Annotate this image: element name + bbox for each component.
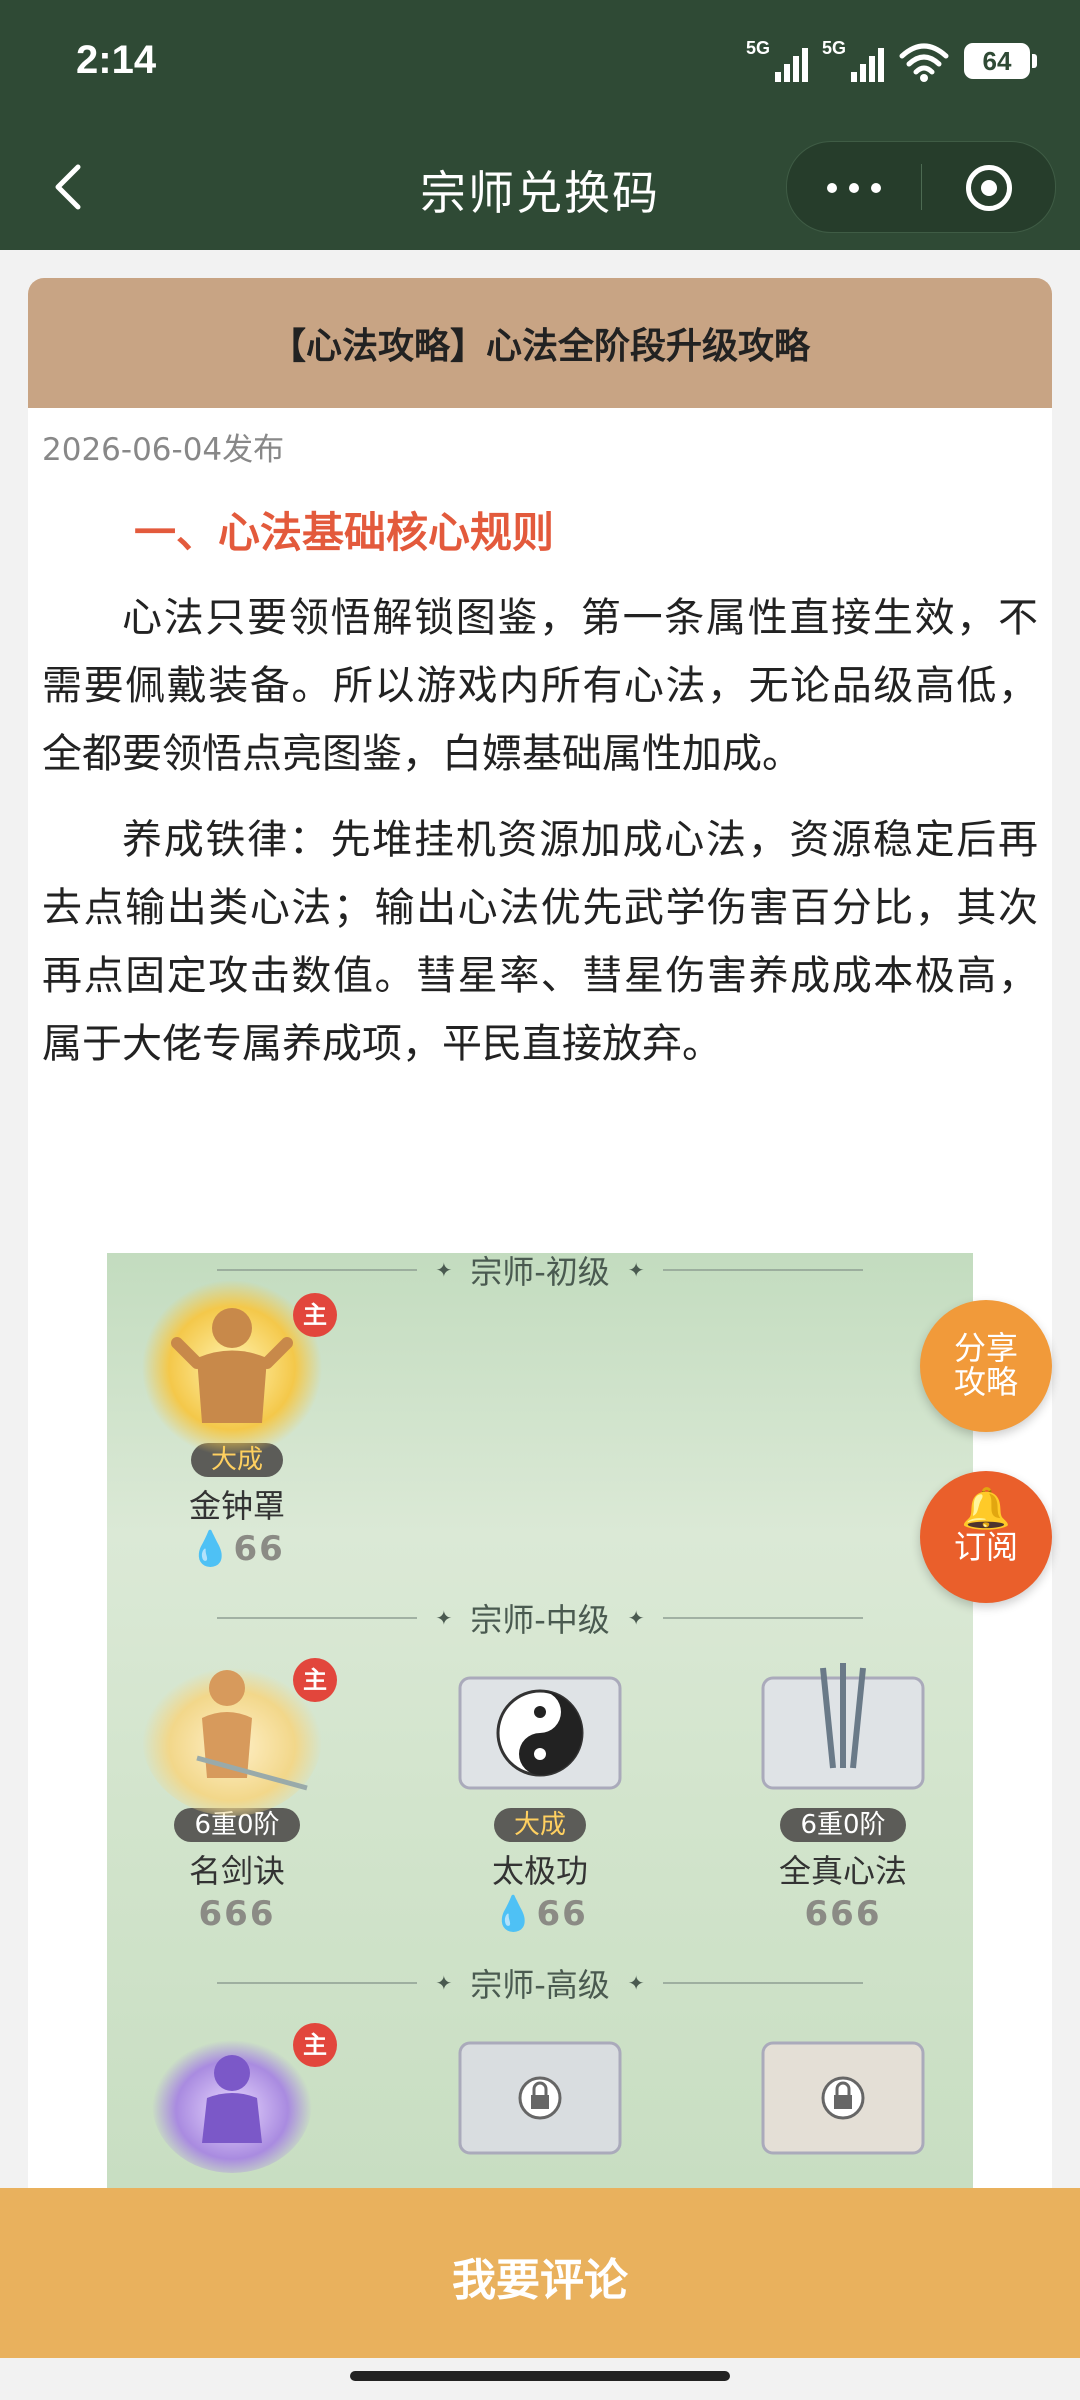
tier-label-advanced: ✦ 宗师-高级 ✦ — [107, 1958, 973, 2008]
status-bar: 2:14 5G 5G 64 — [0, 0, 1080, 125]
tier-label-text: 宗师-高级 — [470, 1966, 610, 2004]
skill-pips: 666 — [804, 1894, 882, 1934]
locked-crane-scroll-icon — [761, 2041, 925, 2155]
network-type-label-2: 5G — [822, 38, 847, 58]
master-tag: 主 — [293, 2023, 337, 2067]
network-type-label: 5G — [746, 38, 771, 58]
tier-label-intermediate: ✦ 宗师-中级 ✦ — [107, 1593, 973, 1643]
skill-pips: 💧66 — [189, 1529, 285, 1569]
skill-pips: 666 — [198, 1894, 276, 1934]
bell-icon: 🔔 — [961, 1486, 1011, 1532]
tier-label-text: 宗师-初级 — [470, 1253, 610, 1291]
status-icons: 5G 5G 64 — [746, 36, 1037, 86]
skill-advanced-1: 主 — [127, 2003, 347, 2183]
battery-icon: 64 — [964, 43, 1037, 79]
skill-taijigong: 大成 太极功 💧66 — [430, 1638, 650, 1934]
article-title: 【心法攻略】心法全阶段升级攻略 — [269, 326, 810, 367]
skill-mingjianjue: 主 6重0阶 名剑诀 666 — [127, 1638, 347, 1934]
skill-locked-1 — [430, 2003, 650, 2183]
home-indicator[interactable] — [350, 2371, 730, 2381]
locked-scroll-icon — [458, 2041, 622, 2155]
skill-jinzhongzhao: 主 大成 金钟罩 💧66 — [127, 1273, 347, 1569]
sword-scroll-icon — [761, 1663, 925, 1790]
master-tag: 主 — [293, 1293, 337, 1337]
mini-program-capsule — [786, 141, 1056, 233]
article-header: 【心法攻略】心法全阶段升级攻略 — [28, 278, 1052, 408]
subscribe-button[interactable]: 🔔 订阅 — [920, 1471, 1052, 1603]
more-options-button[interactable] — [787, 142, 921, 232]
tier-label-text: 宗师-中级 — [470, 1601, 610, 1639]
skill-name: 太极功 — [491, 1852, 588, 1890]
share-guide-label: 分享攻略 — [953, 1329, 1018, 1401]
comment-button[interactable]: 我要评论 — [0, 2188, 1080, 2358]
cellular-signal-icon-2: 5G — [822, 38, 884, 84]
comment-label: 我要评论 — [452, 2255, 628, 2306]
article-paragraph-2: 养成铁律：先堆挂机资源加成心法，资源稳定后再去点输出类心法；输出心法优先武学伤害… — [42, 817, 1038, 1067]
section-heading: 一、心法基础核心规则 — [134, 508, 555, 557]
more-dots-icon — [827, 183, 837, 193]
article-image[interactable]: ✦ 宗师-初级 ✦ 主 大成 金钟罩 💧66 ✦ 宗师-中级 ✦ 主 6重0阶 … — [107, 1253, 973, 2188]
nav-bar: 宗师兑换码 — [0, 125, 1080, 250]
close-mini-program-button[interactable] — [921, 142, 1055, 232]
share-guide-button[interactable]: 分享攻略 — [920, 1300, 1052, 1432]
article-card: 【心法攻略】心法全阶段升级攻略 2026-06-04发布 一、心法基础核心规则 … — [28, 278, 1052, 2188]
skill-name: 名剑诀 — [188, 1852, 285, 1890]
wifi-icon — [899, 43, 949, 82]
skill-name: 金钟罩 — [188, 1487, 285, 1525]
publish-date: 2026-06-04发布 — [42, 432, 285, 468]
status-time: 2:14 — [76, 38, 157, 82]
skill-pips: 💧66 — [492, 1894, 588, 1934]
skill-name: 全真心法 — [778, 1852, 907, 1890]
skill-locked-2 — [733, 2003, 953, 2183]
cellular-signal-icon: 5G — [746, 38, 808, 84]
yin-yang-scroll-icon — [458, 1676, 622, 1790]
subscribe-label: 订阅 — [953, 1528, 1018, 1566]
article-paragraph: 心法只要领悟解锁图鉴，第一条属性直接生效，不需要佩戴装备。所以游戏内所有心法，无… — [42, 595, 1038, 777]
master-tag: 主 — [293, 1658, 337, 1702]
skill-quanzhenxinfa: 6重0阶 全真心法 666 — [733, 1638, 953, 1934]
